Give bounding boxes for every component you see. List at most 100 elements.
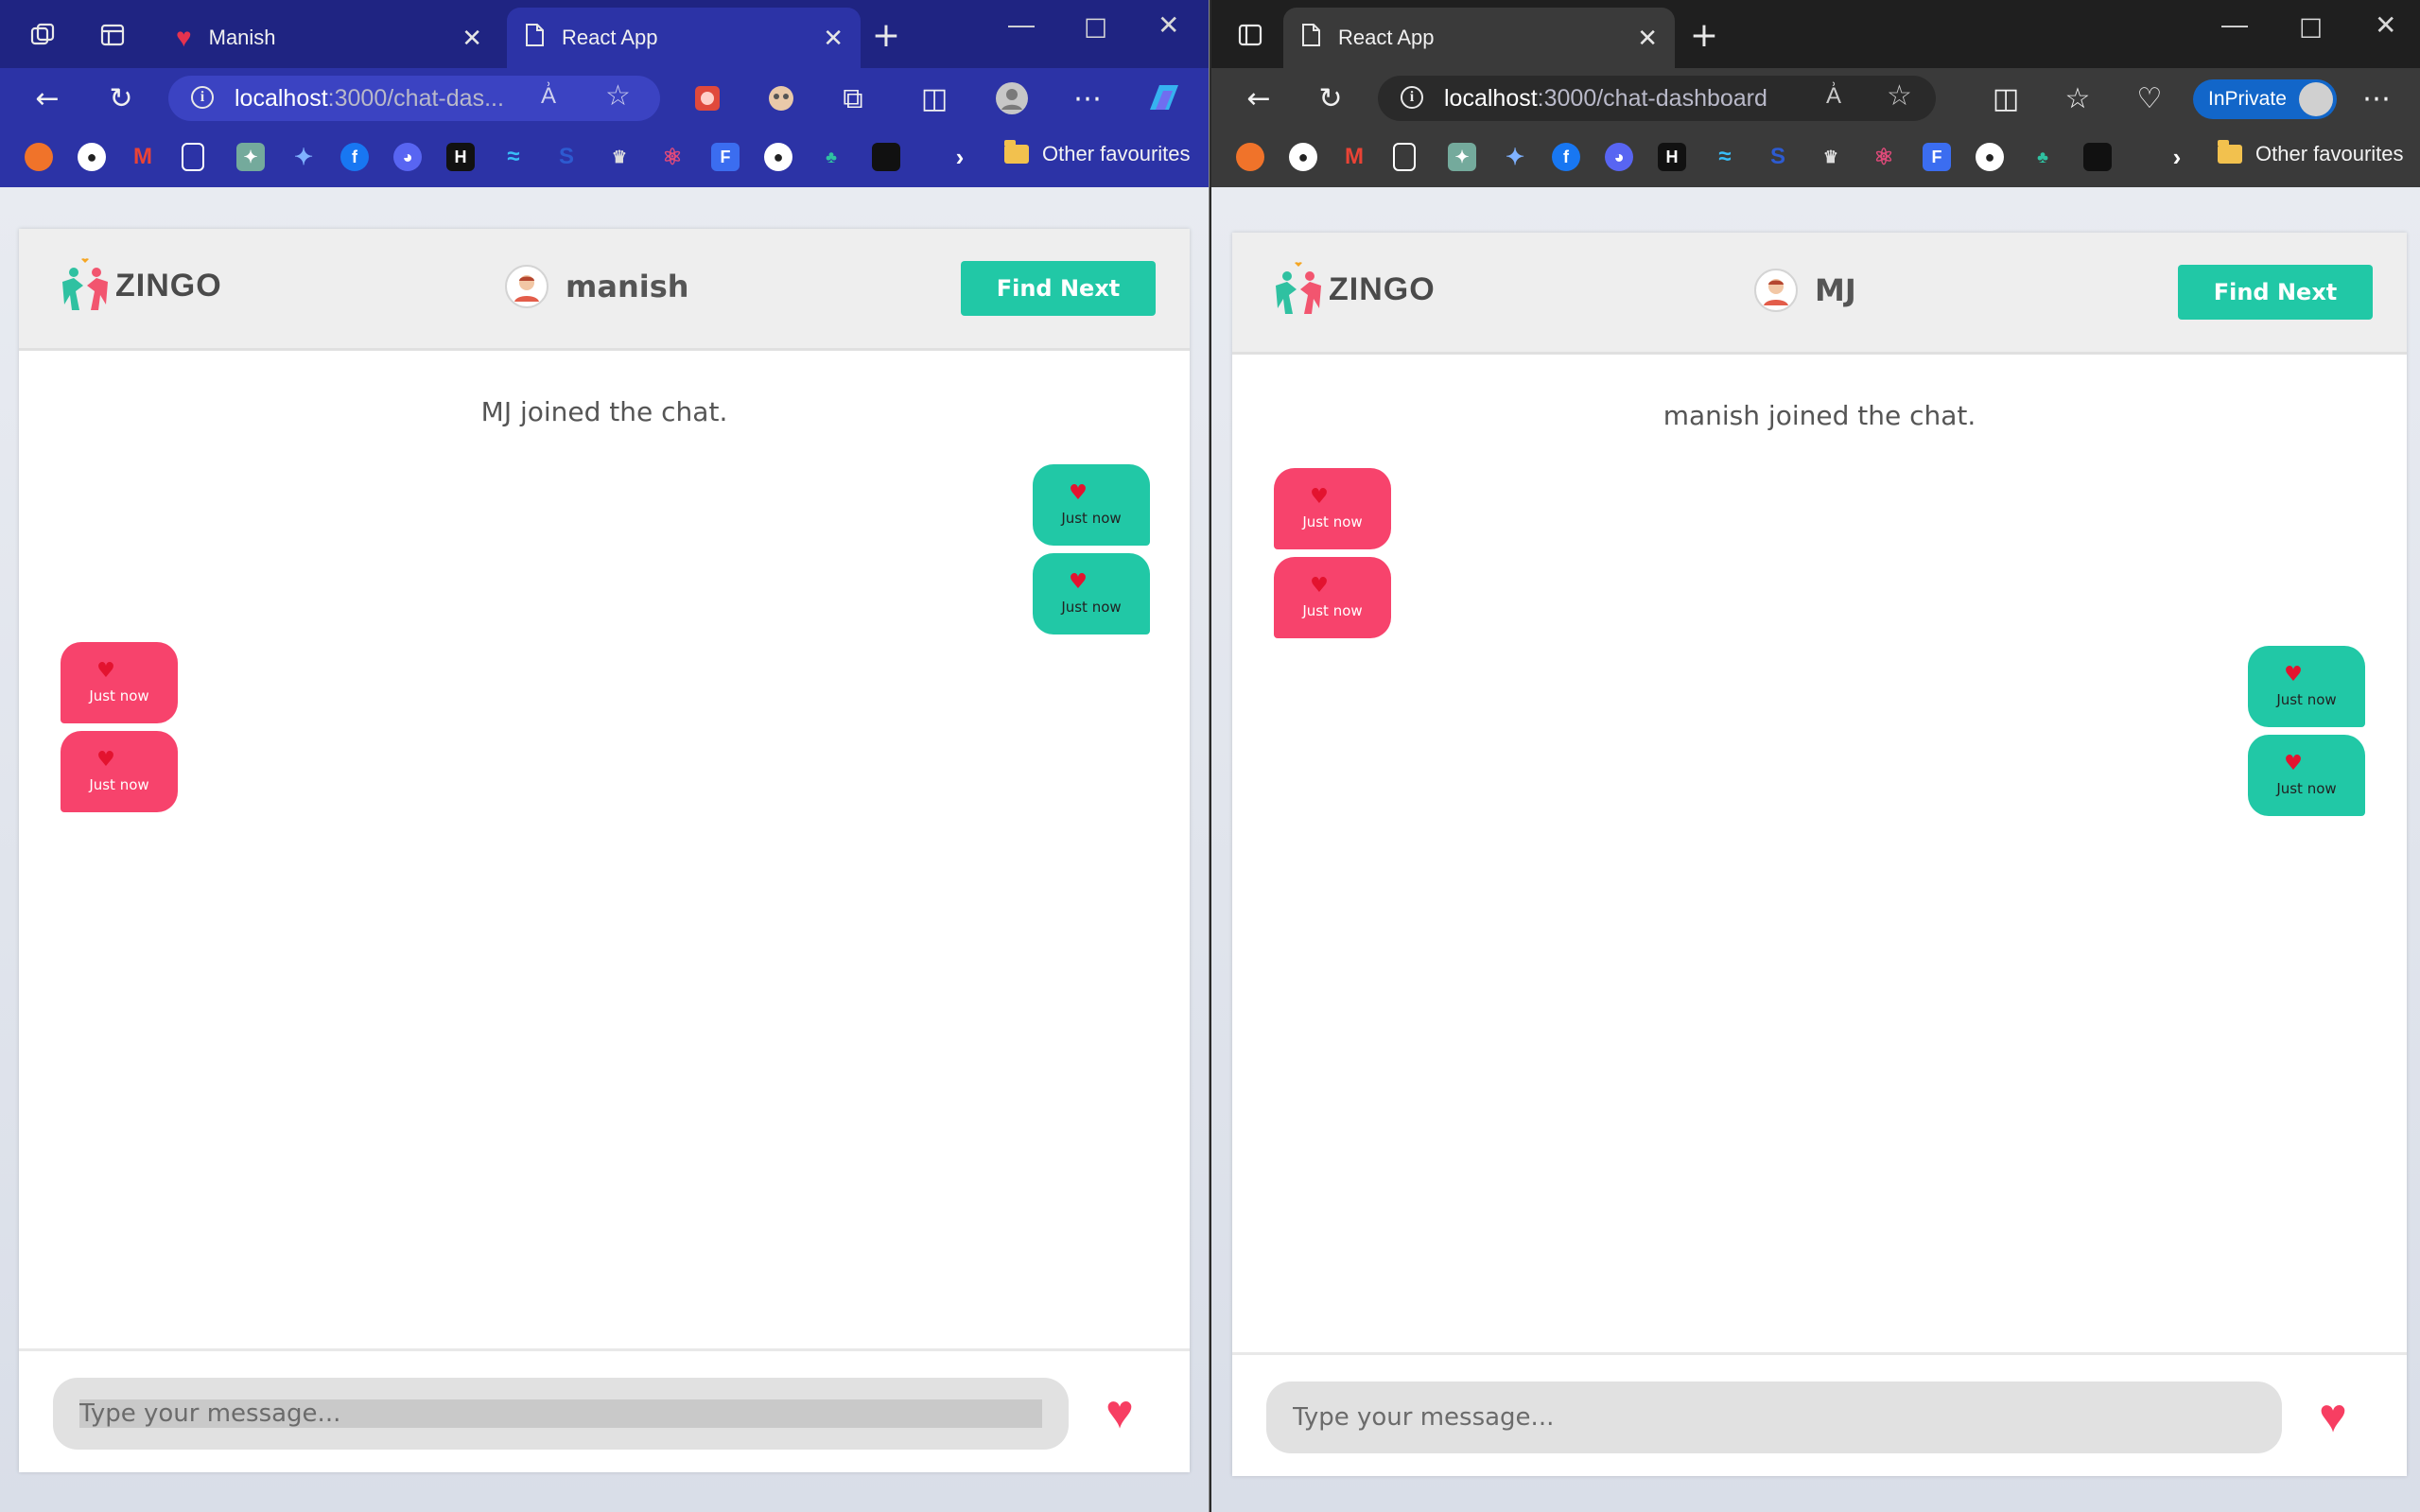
fav-gemini-icon[interactable]: ✦ — [1501, 143, 1529, 171]
message-list: MJ joined the chat. ♥ Just now ♥ Just no… — [19, 351, 1190, 1349]
tab-actions-icon[interactable] — [1236, 21, 1264, 49]
fav-trophy-icon[interactable]: ♛ — [1817, 143, 1845, 171]
tab-react-app[interactable]: React App ✕ — [507, 8, 861, 68]
address-bar[interactable]: i localhost:3000/chat-dashboard A͗ ☆ — [1378, 76, 1936, 121]
refresh-icon[interactable]: ↻ — [1314, 81, 1348, 115]
more-menu-icon[interactable]: ⋯ — [2359, 81, 2394, 115]
extension-2-icon[interactable] — [764, 81, 798, 115]
fav-discord-icon[interactable]: ◕ — [1605, 143, 1633, 171]
inprivate-badge[interactable]: InPrivate — [2193, 79, 2337, 119]
chevron-right-icon[interactable]: › — [2163, 143, 2191, 171]
fav-h-icon[interactable]: H — [446, 143, 475, 171]
message-time: Just now — [2276, 780, 2337, 797]
fav-h-icon[interactable]: H — [1658, 143, 1686, 171]
fav-github-icon[interactable]: ● — [78, 143, 106, 171]
page-content: ZINGO MJ Find Next manish joined the cha… — [1211, 187, 2420, 1512]
new-tab-icon[interactable]: + — [1690, 16, 1718, 55]
other-favourites-folder[interactable]: Other favourites — [1004, 140, 1191, 166]
fav-github-2-icon[interactable]: ● — [764, 143, 792, 171]
fav-zingo-icon[interactable]: ♣ — [2028, 143, 2057, 171]
split-screen-icon[interactable]: ◫ — [917, 81, 951, 115]
tab-label: React App — [1338, 26, 1435, 49]
close-tab-icon[interactable]: ✕ — [823, 24, 844, 53]
copilot-icon[interactable] — [1144, 81, 1184, 115]
more-menu-icon[interactable]: ⋯ — [1071, 81, 1105, 115]
fav-github-icon[interactable]: ● — [1289, 143, 1317, 171]
favourites-icon[interactable]: ☆ — [2061, 81, 2095, 115]
close-tab-icon[interactable]: ✕ — [1637, 24, 1658, 53]
fav-gmail-icon[interactable]: M — [1340, 143, 1368, 171]
fav-s-icon[interactable]: S — [552, 143, 581, 171]
fav-f-icon[interactable]: F — [1923, 143, 1951, 171]
fav-chatgpt-icon[interactable]: ✦ — [236, 143, 265, 171]
inprivate-avatar-icon — [2299, 82, 2333, 116]
tab-manish[interactable]: ♥ Manish ✕ — [159, 8, 499, 68]
fav-dark-icon[interactable] — [872, 143, 900, 171]
fav-discord-icon[interactable]: ◕ — [393, 143, 422, 171]
heart-emoji-icon: ♥ — [96, 659, 115, 683]
fav-firefox-icon[interactable] — [25, 143, 53, 171]
avatar — [505, 265, 548, 308]
close-window-icon[interactable]: ✕ — [1158, 9, 1179, 41]
close-window-icon[interactable]: ✕ — [2375, 9, 2396, 41]
fav-tailwind-icon[interactable]: ≈ — [499, 143, 528, 171]
find-next-button[interactable]: Find Next — [2178, 265, 2373, 320]
browser-essentials-icon[interactable]: ♡ — [2133, 81, 2167, 115]
fav-document-icon[interactable] — [1393, 143, 1416, 171]
fav-facebook-icon[interactable]: f — [340, 143, 369, 171]
fav-dark-icon[interactable] — [2083, 143, 2112, 171]
fav-document-icon[interactable] — [182, 143, 204, 171]
fav-zingo-icon[interactable]: ♣ — [817, 143, 845, 171]
zingo-logo-icon — [1276, 262, 1321, 314]
site-info-icon[interactable]: i — [191, 86, 214, 109]
fav-trophy-icon[interactable]: ♛ — [605, 143, 634, 171]
send-heart-button[interactable]: ♥ — [2305, 1387, 2361, 1444]
split-screen-icon[interactable]: ◫ — [1989, 81, 2023, 115]
peer-info: MJ — [1754, 269, 1856, 312]
favorite-star-icon[interactable]: ☆ — [1887, 79, 1912, 113]
chat-bubble-sent: ♥ Just now — [2248, 646, 2365, 727]
maximize-icon[interactable]: ☐ — [1084, 13, 1107, 44]
message-input[interactable] — [53, 1378, 1069, 1450]
site-info-icon[interactable]: i — [1401, 86, 1423, 109]
heart-icon: ♥ — [2319, 1389, 2347, 1442]
fav-s-icon[interactable]: S — [1764, 143, 1792, 171]
read-aloud-icon[interactable]: A͗ — [1826, 83, 1841, 110]
other-favourites-folder[interactable]: Other favourites — [2218, 140, 2404, 166]
fav-github-2-icon[interactable]: ● — [1976, 143, 2004, 171]
chevron-right-icon[interactable]: › — [946, 143, 974, 171]
message-input[interactable] — [1266, 1382, 2282, 1453]
fav-tailwind-icon[interactable]: ≈ — [1711, 143, 1739, 171]
back-icon[interactable]: ← — [30, 81, 64, 115]
find-next-button[interactable]: Find Next — [961, 261, 1156, 316]
workspaces-icon[interactable] — [28, 21, 57, 49]
minimize-icon[interactable]: — — [1008, 9, 1035, 40]
tab-actions-icon[interactable] — [98, 21, 127, 49]
fav-gmail-icon[interactable]: M — [129, 143, 157, 171]
fav-react-icon[interactable]: ⚛ — [1870, 143, 1898, 171]
fav-facebook-icon[interactable]: f — [1552, 143, 1580, 171]
tab-label: React App — [562, 26, 658, 49]
close-tab-icon[interactable]: ✕ — [461, 24, 482, 53]
favorite-star-icon[interactable]: ☆ — [605, 79, 631, 113]
read-aloud-icon[interactable]: A͗ — [541, 83, 556, 110]
fav-firefox-icon[interactable] — [1236, 143, 1264, 171]
extension-1-icon[interactable] — [690, 81, 724, 115]
tab-react-app[interactable]: React App ✕ — [1283, 8, 1675, 68]
favourites-bar: ● M ✦ ✦ f ◕ H ≈ S ♛ ⚛ F ● ♣ › Other favo… — [0, 129, 1209, 187]
refresh-icon[interactable]: ↻ — [104, 81, 138, 115]
minimize-icon[interactable]: — — [2221, 9, 2248, 40]
logo-text: ZINGO — [1329, 270, 1436, 307]
fav-f-icon[interactable]: F — [711, 143, 740, 171]
page-favicon-icon — [1300, 23, 1321, 53]
maximize-icon[interactable]: ☐ — [2299, 13, 2323, 44]
fav-react-icon[interactable]: ⚛ — [658, 143, 687, 171]
send-heart-button[interactable]: ♥ — [1091, 1383, 1148, 1440]
fav-gemini-icon[interactable]: ✦ — [289, 143, 318, 171]
fav-chatgpt-icon[interactable]: ✦ — [1448, 143, 1476, 171]
address-bar[interactable]: i localhost:3000/chat-das... A͗ ☆ — [168, 76, 660, 121]
back-icon[interactable]: ← — [1242, 81, 1276, 115]
new-tab-icon[interactable]: + — [872, 16, 900, 55]
extensions-puzzle-icon[interactable]: ⧉ — [836, 81, 870, 115]
profile-avatar-icon[interactable] — [995, 81, 1029, 115]
